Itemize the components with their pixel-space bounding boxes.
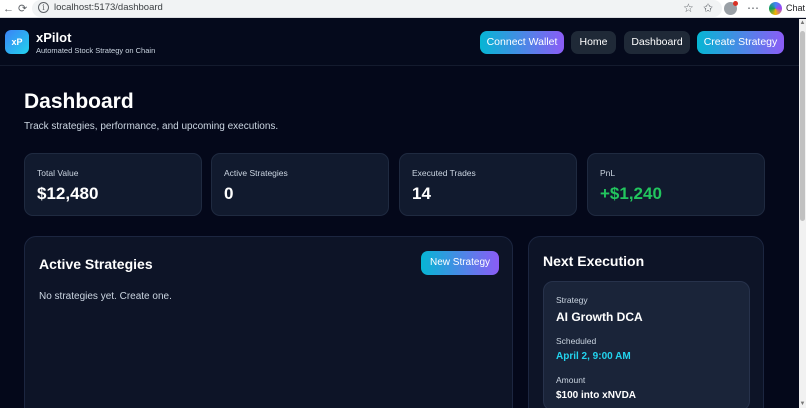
nav-home-button[interactable]: Home (571, 31, 616, 54)
stat-card-total-value: Total Value $12,480 (24, 153, 202, 216)
stat-value: 0 (224, 184, 234, 203)
active-strategies-title: Active Strategies (39, 256, 153, 272)
scheduled-label: Scheduled (556, 336, 597, 346)
stat-card-executed-trades: Executed Trades 14 (399, 153, 577, 216)
next-execution-panel: Next Execution Strategy AI Growth DCA Sc… (528, 236, 764, 408)
empty-strategies-text: No strategies yet. Create one. (39, 291, 172, 302)
stat-label: Total Value (37, 168, 79, 178)
strategy-name: AI Growth DCA (556, 310, 643, 324)
scroll-down-icon[interactable]: ▼ (799, 400, 806, 408)
scroll-up-icon[interactable]: ▲ (799, 19, 806, 27)
page-scrollbar[interactable]: ▲ ▼ (799, 19, 806, 408)
next-execution-title: Next Execution (543, 253, 645, 269)
active-strategies-panel: Active Strategies New Strategy No strate… (24, 236, 513, 408)
connect-wallet-button[interactable]: Connect Wallet (480, 31, 564, 54)
page-title: Dashboard (24, 90, 134, 113)
browser-toolbar: ← ⟳ i localhost:5173/dashboard ☆ ✩ ⋯ Cha… (0, 0, 806, 18)
new-strategy-button[interactable]: New Strategy (421, 251, 499, 275)
chat-label[interactable]: Chat (786, 3, 805, 13)
url-text[interactable]: localhost:5173/dashboard (54, 2, 163, 13)
reload-icon[interactable]: ⟳ (18, 2, 27, 16)
back-icon[interactable]: ← (3, 2, 14, 16)
scheduled-time: April 2, 9:00 AM (556, 351, 631, 362)
nav-dashboard-button[interactable]: Dashboard (624, 31, 690, 54)
stat-value-pnl: +$1,240 (600, 184, 662, 203)
brand-name: xPilot (36, 30, 72, 45)
address-bar[interactable]: i localhost:5173/dashboard (32, 0, 722, 17)
amount-value: $100 into xNVDA (556, 390, 637, 401)
site-info-icon[interactable]: i (38, 2, 49, 13)
strategy-label: Strategy (556, 295, 588, 305)
chat-logo-icon[interactable] (769, 2, 782, 15)
stat-card-active-strategies: Active Strategies 0 (211, 153, 389, 216)
create-strategy-button[interactable]: Create Strategy (697, 31, 784, 54)
stat-label: Active Strategies (224, 168, 288, 178)
brand-tagline: Automated Stock Strategy on Chain (36, 46, 156, 55)
app-logo[interactable]: xP (5, 30, 29, 54)
stat-value: $12,480 (37, 184, 99, 203)
stat-value: 14 (412, 184, 431, 203)
page-subtitle: Track strategies, performance, and upcom… (24, 121, 279, 132)
next-execution-card: Strategy AI Growth DCA Scheduled April 2… (543, 281, 750, 408)
notification-dot (733, 1, 738, 6)
more-menu-icon[interactable]: ⋯ (747, 1, 759, 15)
scrollbar-thumb[interactable] (800, 31, 805, 221)
profile-avatar[interactable] (724, 1, 738, 15)
bookmark-star-icon[interactable]: ☆ (683, 1, 694, 15)
stat-card-pnl: PnL +$1,240 (587, 153, 765, 216)
amount-label: Amount (556, 375, 586, 385)
stat-label: PnL (600, 168, 616, 178)
app-header: xP xPilot Automated Stock Strategy on Ch… (0, 19, 799, 66)
favorites-icon[interactable]: ✩ (703, 1, 713, 15)
stat-label: Executed Trades (412, 168, 476, 178)
